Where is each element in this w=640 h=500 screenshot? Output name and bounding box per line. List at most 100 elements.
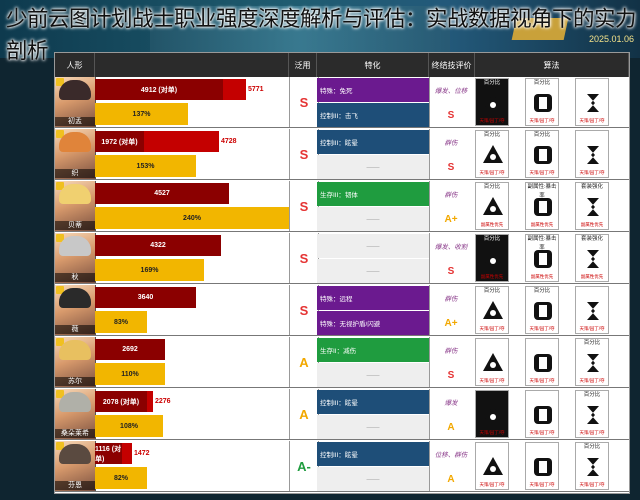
algorithm-icon xyxy=(481,195,505,219)
algorithm-card[interactable]: 百分比 天策/园丁/夺 xyxy=(575,338,609,386)
algorithm-caption: 套装强化 xyxy=(580,236,603,242)
algorithm-footnote: 天策/园丁/夺 xyxy=(529,326,555,331)
algorithm-caption: 百分比 xyxy=(483,184,501,190)
power-bar-ext-segment xyxy=(122,443,132,464)
character-name: 芬恩 xyxy=(55,481,95,490)
trait-empty: —— xyxy=(317,467,429,491)
character-name: 桑朵莱希 xyxy=(55,429,95,438)
grade-badge: S xyxy=(289,285,319,335)
eval-grade: A xyxy=(447,421,455,433)
portrait-art xyxy=(59,392,91,412)
percent-bar: 82% xyxy=(95,467,147,489)
algorithm-footnote: 天策/园丁/夺 xyxy=(579,118,605,123)
algorithm-caption: 百分比 xyxy=(533,80,551,86)
algorithm-caption: 百分比 xyxy=(583,340,601,346)
algorithm-footnote: 天策/园丁/夺 xyxy=(579,482,605,487)
algorithm-card[interactable]: 副属性:暴击率 副属性优先 xyxy=(525,182,559,230)
grade-badge: A- xyxy=(289,441,319,491)
algorithm-caption xyxy=(476,443,508,452)
algorithm-card[interactable]: 百分比 副属性优先 xyxy=(475,182,509,230)
algorithm-caption: 百分比 xyxy=(483,80,501,86)
algorithm-card[interactable]: 天策/园丁/夺 xyxy=(475,338,509,386)
algorithm-card[interactable]: 天策/园丁/夺 xyxy=(575,78,609,126)
eval-tags: 群伤 xyxy=(444,192,458,199)
algorithm-icon xyxy=(581,195,605,219)
eval-tags: 群伤 xyxy=(444,296,458,303)
character-portrait[interactable]: 薇 xyxy=(55,285,96,335)
algorithm-footnote: 天策/园丁/夺 xyxy=(479,378,505,383)
character-name: 秋 xyxy=(55,273,95,282)
character-portrait[interactable]: 苏尔 xyxy=(55,337,96,387)
trait-tag: 特殊：免死 xyxy=(317,78,429,102)
algorithm-footnote: 天策/园丁/夺 xyxy=(529,170,555,175)
eval-tags: 群伤 xyxy=(444,140,458,147)
algorithm-caption xyxy=(526,339,558,348)
algorithm-footnote: 副属性优先 xyxy=(530,222,554,227)
character-portrait[interactable]: 贝蒂 xyxy=(55,181,96,231)
algorithm-caption xyxy=(526,443,558,452)
algorithm-icon xyxy=(481,247,505,271)
algorithm-card[interactable]: 天策/园丁/夺 xyxy=(575,130,609,178)
table-row: 薇 3640 83% S 特殊：远程 特殊：无视护盾/闪避 群伤 A+ 百分比 … xyxy=(55,285,629,336)
algorithm-card[interactable]: 百分比 天策/园丁/夺 xyxy=(525,130,559,178)
grade-badge: S xyxy=(289,181,319,231)
algorithm-icon xyxy=(531,455,555,479)
trait-tag: 特殊：远程 xyxy=(317,286,429,310)
algorithm-card[interactable]: 套装强化 副属性优先 xyxy=(575,182,609,230)
trait-tag: 控制III：眩晕 xyxy=(317,442,429,466)
algorithm-footnote: 副属性优先 xyxy=(480,274,504,279)
algorithm-card[interactable]: 天策/园丁/夺 xyxy=(525,338,559,386)
trait-empty: —— xyxy=(317,207,429,231)
power-ext-value: 5771 xyxy=(248,86,264,93)
algorithm-caption: 百分比 xyxy=(533,288,551,294)
algorithm-footnote: 副属性优先 xyxy=(580,274,604,279)
character-portrait[interactable]: 桑朵莱希 xyxy=(55,389,96,439)
algorithm-card[interactable]: 百分比 天策/园丁/夺 xyxy=(525,78,559,126)
character-name: 初孟 xyxy=(55,117,95,126)
power-bar-ext-segment xyxy=(223,79,246,100)
power-bars: 1972 (对单) 4728 153% xyxy=(95,129,289,179)
ultimate-eval: 爆发 A xyxy=(429,389,472,439)
power-bar-base: 2078 (对单) xyxy=(95,391,147,412)
algorithm-card[interactable]: 天策/园丁/夺 xyxy=(525,390,559,438)
algorithm-icon xyxy=(531,91,555,115)
algorithm-card[interactable]: 天策/园丁/夺 xyxy=(475,442,509,490)
trait-empty: —— xyxy=(317,234,429,258)
eval-tags: 爆发、位移 xyxy=(434,88,468,95)
algorithm-icon xyxy=(581,403,605,427)
algorithm-card[interactable]: 天策/园丁/夺 xyxy=(525,442,559,490)
power-bars: 4527 240% xyxy=(95,181,289,231)
algorithm-card[interactable]: 百分比 天策/园丁/夺 xyxy=(475,286,509,334)
trait-empty: —— xyxy=(317,155,429,179)
algorithm-card[interactable]: 百分比 副属性优先 xyxy=(475,234,509,282)
character-portrait[interactable]: 芬恩 xyxy=(55,441,96,491)
algorithm-card[interactable]: 百分比 天策/园丁/夺 xyxy=(575,442,609,490)
portrait-art xyxy=(59,80,91,100)
algorithm-card[interactable]: 套装强化 副属性优先 xyxy=(575,234,609,282)
algorithm-footnote: 天策/园丁/夺 xyxy=(579,170,605,175)
trait-cells: 生存II：减伤 —— xyxy=(317,337,429,387)
trait-empty: —— xyxy=(317,259,429,283)
algorithm-card[interactable]: 百分比 天策/园丁/夺 xyxy=(475,130,509,178)
algorithm-icon xyxy=(581,455,605,479)
algorithm-caption: 百分比 xyxy=(483,288,501,294)
trait-empty: —— xyxy=(317,363,429,387)
algorithm-card[interactable]: 副属性:暴击率 副属性优先 xyxy=(525,234,559,282)
algorithm-card[interactable]: 百分比 天策/园丁/夺 xyxy=(525,286,559,334)
algorithm-card[interactable]: 百分比 天策/园丁/夺 xyxy=(475,78,509,126)
character-portrait[interactable]: 秋 xyxy=(55,233,96,283)
eval-tags: 群伤 xyxy=(444,348,458,355)
algorithm-footnote: 天策/园丁/夺 xyxy=(479,482,505,487)
table-row: 苏尔 2692 110% A 生存II：减伤 —— 群伤 S 天策/园丁/夺 天… xyxy=(55,337,629,388)
trait-tag: 特殊：无视护盾/闪避 xyxy=(317,311,429,335)
character-portrait[interactable]: 初孟 xyxy=(55,77,96,127)
algorithm-icon xyxy=(481,299,505,323)
trait-tag: 控制III：击飞 xyxy=(317,103,429,127)
algorithm-card[interactable]: 百分比 天策/园丁/夺 xyxy=(575,390,609,438)
algorithm-card[interactable]: 天策/园丁/夺 xyxy=(575,286,609,334)
algorithm-cards: 百分比 天策/园丁/夺 百分比 天策/园丁/夺 天策/园丁/夺 xyxy=(475,129,629,179)
algorithm-card[interactable]: 天策/园丁/夺 xyxy=(475,390,509,438)
algorithm-footnote: 副属性优先 xyxy=(480,222,504,227)
character-portrait[interactable]: 织 xyxy=(55,129,96,179)
algorithm-cards: 天策/园丁/夺 天策/园丁/夺 百分比 天策/园丁/夺 xyxy=(475,337,629,387)
